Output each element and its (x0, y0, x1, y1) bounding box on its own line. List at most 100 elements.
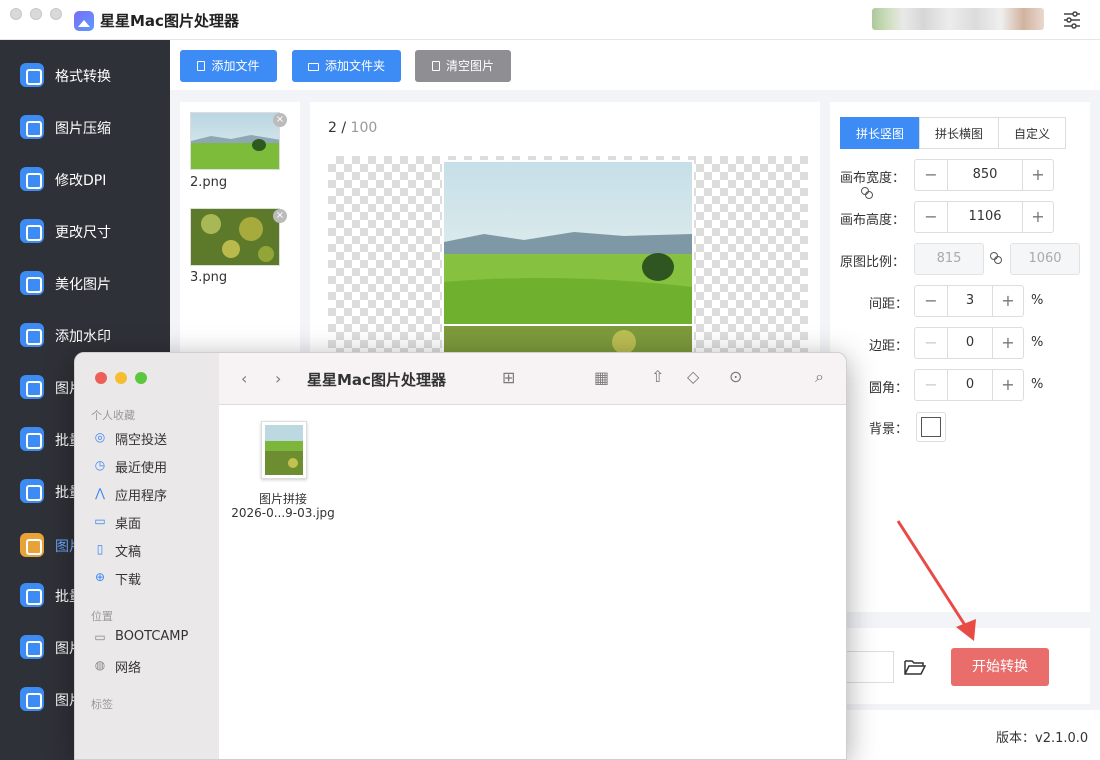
sidebar-item-label: 最近使用 (115, 461, 168, 476)
favorites-heading: 个人收藏 (91, 409, 135, 422)
sidebar-item-bootcamp[interactable]: ▭ BOOTCAMP (91, 627, 211, 649)
trash-icon (431, 61, 440, 71)
batch-rename-icon (20, 479, 44, 503)
annotation-arrow (896, 520, 976, 641)
sidebar-item-label: 美化图片 (55, 277, 111, 293)
watermark-icon (20, 323, 44, 347)
canvas-height-stepper[interactable]: − 1106 + (914, 201, 1054, 233)
decrement-button[interactable]: − (915, 370, 947, 400)
search-icon[interactable]: ⌕ (815, 367, 824, 387)
globe-icon: ◍ (94, 658, 106, 672)
grid-view-icon[interactable]: ⊞ (502, 368, 515, 388)
decrement-button[interactable]: − (915, 160, 947, 190)
increment-button[interactable]: + (992, 370, 1024, 400)
corner-radius-stepper[interactable]: − 0 + (914, 369, 1024, 401)
more-icon[interactable]: ⊙ (729, 367, 742, 387)
tab-custom[interactable]: 自定义 (998, 117, 1066, 149)
sidebar-item-beautify[interactable]: 美化图片 (0, 258, 170, 310)
canvas-width-stepper[interactable]: − 850 + (914, 159, 1054, 191)
background-color-picker[interactable] (916, 412, 946, 442)
folder-icon (307, 63, 319, 71)
add-file-button[interactable]: 添加文件 (180, 50, 277, 82)
decrement-button[interactable]: − (915, 328, 947, 358)
remove-file-icon[interactable]: × (273, 209, 287, 223)
increment-button[interactable]: + (1022, 160, 1054, 190)
margin-label: 边距： (869, 339, 909, 354)
sidebar-item-label: BOOTCAMP (115, 629, 189, 644)
increment-button[interactable]: + (1022, 202, 1054, 232)
clock-icon: ◷ (94, 458, 106, 472)
file-thumbnail[interactable] (190, 112, 280, 170)
sidebar-item-label: 应用程序 (115, 489, 168, 504)
total-pages: 100 (350, 120, 378, 136)
file-name: 2026-0...9-03.jpg (231, 506, 335, 520)
sidebar-item-label: 更改尺寸 (55, 225, 111, 241)
folder-open-icon[interactable] (904, 657, 926, 677)
finder-zoom-button[interactable] (135, 372, 147, 384)
sidebar-item-desktop[interactable]: ▭ 桌面 (91, 511, 211, 533)
add-folder-button[interactable]: 添加文件夹 (292, 50, 401, 82)
link-icon[interactable] (860, 186, 874, 200)
sidebar-item-label: 图片压缩 (55, 121, 111, 137)
sidebar-item-airdrop[interactable]: ◎ 隔空投送 (91, 427, 211, 449)
sidebar-item-compress[interactable]: 图片压缩 (0, 102, 170, 154)
percent-unit: % (1031, 335, 1044, 350)
sidebar-item-documents[interactable]: ▯ 文稿 (91, 539, 211, 561)
sidebar-item-format-convert[interactable]: 格式转换 (0, 50, 170, 102)
sidebar-item-applications[interactable]: ⋀ 应用程序 (91, 483, 211, 505)
output-path-field[interactable] (846, 651, 894, 683)
spacing-value[interactable]: 3 (947, 286, 993, 316)
margin-stepper[interactable]: − 0 + (914, 327, 1024, 359)
sidebar-item-label: 添加水印 (55, 329, 111, 345)
sidebar-item-label: 网络 (115, 661, 142, 676)
canvas-width-value[interactable]: 850 (947, 160, 1023, 190)
share-icon[interactable]: ⇧ (651, 367, 664, 387)
finder-window: 个人收藏 ◎ 隔空投送 ◷ 最近使用 ⋀ 应用程序 ▭ 桌面 ▯ 文稿 ⊕ 下载 位置 ▭ B… (74, 352, 847, 760)
settings-sliders-icon[interactable] (1062, 10, 1082, 30)
margin-value[interactable]: 0 (947, 328, 993, 358)
sidebar-item-recents[interactable]: ◷ 最近使用 (91, 455, 211, 477)
finder-close-button[interactable] (95, 372, 107, 384)
frame-icon (20, 635, 44, 659)
finder-minimize-button[interactable] (115, 372, 127, 384)
canvas-height-value[interactable]: 1106 (947, 202, 1023, 232)
user-avatar[interactable] (872, 8, 1044, 30)
file-thumbnail[interactable] (190, 208, 280, 266)
file-name: 图片拼接 (258, 492, 307, 506)
tag-icon[interactable]: ◇ (687, 367, 699, 387)
sidebar-item-label: 修改DPI (55, 173, 107, 189)
sidebar-item-label: 隔空投送 (115, 433, 168, 448)
format-convert-icon (20, 63, 44, 87)
tab-vertical-stitch[interactable]: 拼长竖图 (840, 117, 920, 149)
increment-button[interactable]: + (992, 286, 1024, 316)
link-icon[interactable] (989, 251, 1003, 265)
locations-heading: 位置 (91, 610, 113, 623)
forward-chevron-icon[interactable]: › (275, 369, 281, 389)
layers-icon (20, 687, 44, 711)
increment-button[interactable]: + (992, 328, 1024, 358)
tab-horizontal-stitch[interactable]: 拼长横图 (919, 117, 999, 149)
spacing-stepper[interactable]: − 3 + (914, 285, 1024, 317)
file-name: 3.png (190, 270, 228, 285)
tags-heading: 标签 (91, 698, 113, 711)
sidebar-item-label: 格式转换 (55, 69, 111, 85)
decrement-button[interactable]: − (915, 202, 947, 232)
sidebar-item-downloads[interactable]: ⊕ 下载 (91, 567, 211, 589)
percent-unit: % (1031, 377, 1044, 392)
sidebar-item-dpi[interactable]: 修改DPI (0, 154, 170, 206)
corner-radius-value[interactable]: 0 (947, 370, 993, 400)
close-window-button[interactable] (10, 8, 22, 20)
sidebar-item-resize[interactable]: 更改尺寸 (0, 206, 170, 258)
group-icon[interactable]: ▦ (594, 368, 609, 388)
landscape-thumbnail-image (191, 113, 279, 169)
back-chevron-icon[interactable]: ‹ (241, 369, 247, 389)
file-icon[interactable] (261, 421, 307, 479)
remove-file-icon[interactable]: × (273, 113, 287, 127)
minimize-window-button[interactable] (30, 8, 42, 20)
decrement-button[interactable]: − (915, 286, 947, 316)
zoom-window-button[interactable] (50, 8, 62, 20)
clear-images-button[interactable]: 清空图片 (415, 50, 511, 82)
corner-radius-label: 圆角： (869, 381, 909, 396)
ratio-height-field: 1060 (1010, 243, 1080, 275)
sidebar-item-network[interactable]: ◍ 网络 (91, 655, 211, 677)
